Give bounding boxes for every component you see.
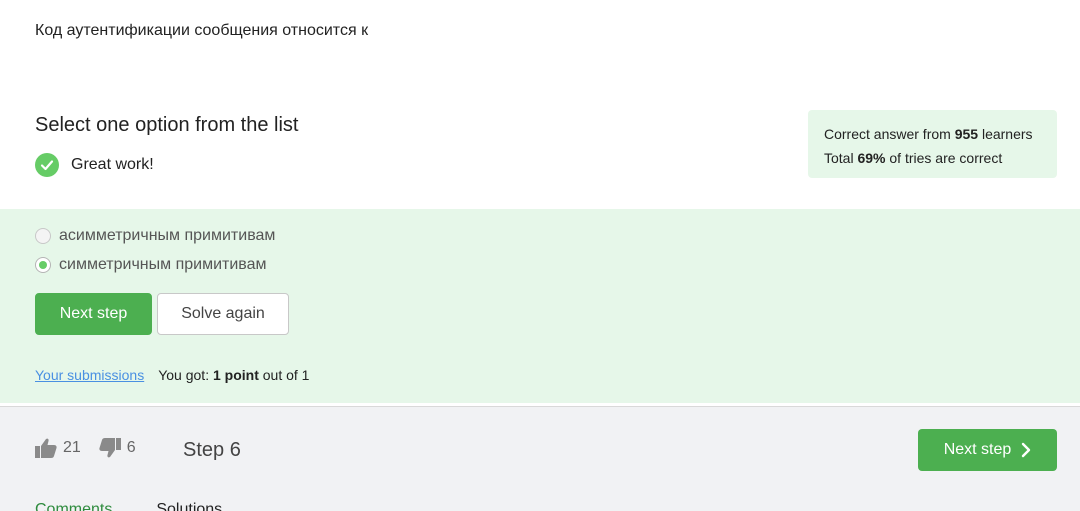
feedback-row: Great work! xyxy=(35,153,154,177)
correct-percent: 69% xyxy=(857,150,886,166)
chevron-right-icon xyxy=(1022,442,1031,458)
stats-line-percent: Total 69% of tries are correct xyxy=(824,146,1041,170)
likes-count: 21 xyxy=(63,439,81,456)
score-prefix: You got: xyxy=(158,367,213,383)
footer-next-label: Next step xyxy=(943,441,1012,458)
footer-tabs: Comments Solutions xyxy=(35,501,266,511)
stats-text: Correct answer from xyxy=(824,126,955,142)
your-submissions-link[interactable]: Your submissions xyxy=(35,367,144,383)
tab-solutions[interactable]: Solutions xyxy=(156,501,222,511)
tab-comments[interactable]: Comments xyxy=(35,501,112,511)
like-button[interactable]: 21 xyxy=(35,438,81,458)
stats-text: Total xyxy=(824,150,858,166)
option-label: асимметричным примитивам xyxy=(59,227,276,244)
submissions-row: Your submissions You got: 1 point out of… xyxy=(35,367,309,383)
score-points: 1 point xyxy=(212,367,259,383)
stats-line-learners: Correct answer from 955 learners xyxy=(824,122,1041,146)
step-label: Step 6 xyxy=(183,439,241,461)
radio-button[interactable] xyxy=(35,228,51,244)
question-text: Код аутентификации сообщения относится к xyxy=(35,22,369,39)
option-symmetric[interactable]: симметричным примитивам xyxy=(35,256,267,274)
answer-area: асимметричным примитивам симметричным пр… xyxy=(0,209,1080,403)
score-suffix: out of 1 xyxy=(258,367,310,383)
learners-count: 955 xyxy=(954,126,979,142)
thumbs-up-icon xyxy=(35,438,57,458)
stats-box: Correct answer from 955 learners Total 6… xyxy=(808,110,1057,178)
solve-again-button[interactable]: Solve again xyxy=(157,293,289,335)
option-asymmetric[interactable]: асимметричным примитивам xyxy=(35,227,275,245)
thumbs-down-icon xyxy=(99,438,121,458)
dislike-button[interactable]: 6 xyxy=(99,438,136,458)
quiz-title: Select one option from the list xyxy=(35,114,299,136)
score-text: You got: 1 point out of 1 xyxy=(158,367,309,383)
footer-next-step-button[interactable]: Next step xyxy=(918,429,1057,471)
votes: 21 6 xyxy=(35,438,154,458)
check-icon xyxy=(35,153,59,177)
next-step-button[interactable]: Next step xyxy=(35,293,152,335)
stats-text: learners xyxy=(978,126,1033,142)
radio-button-selected[interactable] xyxy=(35,257,51,273)
dislikes-count: 6 xyxy=(126,439,136,456)
step-footer: 21 6 Step 6 Next step Comments Solutions xyxy=(0,406,1080,511)
radio-dot xyxy=(39,261,47,269)
stats-text: of tries are correct xyxy=(885,150,1003,166)
step-page: Код аутентификации сообщения относится к… xyxy=(0,0,1080,511)
option-label: симметричным примитивам xyxy=(59,256,267,273)
feedback-text: Great work! xyxy=(71,156,154,173)
